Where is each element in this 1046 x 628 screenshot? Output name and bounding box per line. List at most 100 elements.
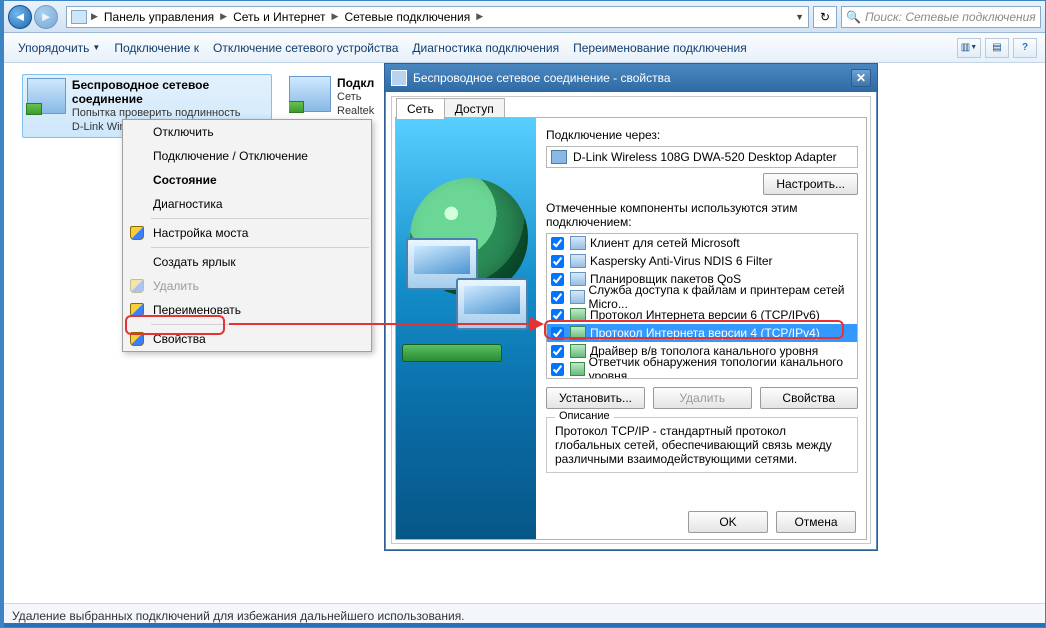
tab-access[interactable]: Доступ bbox=[444, 98, 505, 119]
component-checkbox[interactable] bbox=[551, 363, 564, 376]
connection-title: Подкл bbox=[337, 76, 374, 90]
description-text: Протокол TCP/IP - стандартный протокол г… bbox=[555, 424, 832, 466]
tab-network[interactable]: Сеть bbox=[396, 98, 445, 119]
component-checkbox[interactable] bbox=[551, 273, 564, 286]
change-view-button[interactable]: ▥ ▼ bbox=[957, 38, 981, 58]
description-legend: Описание bbox=[555, 410, 614, 422]
close-icon[interactable]: ✕ bbox=[851, 69, 871, 87]
taskbar-sliver bbox=[4, 623, 1045, 627]
context-menu: Отключить Подключение / Отключение Состо… bbox=[122, 119, 372, 352]
sidebar-graphic bbox=[396, 118, 536, 539]
component-checkbox[interactable] bbox=[551, 237, 564, 250]
back-button[interactable]: ◄ bbox=[8, 5, 32, 29]
search-icon: 🔍 bbox=[846, 10, 861, 24]
rename-connection-button[interactable]: Переименование подключения bbox=[567, 37, 753, 59]
forward-button[interactable]: ► bbox=[34, 5, 58, 29]
ctx-connect-disconnect[interactable]: Подключение / Отключение bbox=[123, 144, 371, 168]
component-item[interactable]: Протокол Интернета версии 6 (TCP/IPv6) bbox=[547, 306, 857, 324]
remove-button[interactable]: Удалить bbox=[653, 387, 752, 409]
ctx-properties[interactable]: Свойства bbox=[123, 327, 371, 351]
connection-lan[interactable]: Подкл Сеть Realtek bbox=[289, 76, 379, 118]
cancel-button[interactable]: Отмена bbox=[776, 511, 856, 533]
crumb-control-panel[interactable]: Панель управления bbox=[102, 9, 216, 25]
ctx-create-shortcut[interactable]: Создать ярлык bbox=[123, 250, 371, 274]
shield-icon bbox=[130, 303, 144, 317]
dialog-title: Беспроводное сетевое соединение - свойст… bbox=[413, 71, 845, 85]
component-item-ipv4[interactable]: Протокол Интернета версии 4 (TCP/IPv4) bbox=[547, 324, 857, 342]
refresh-button[interactable]: ↻ bbox=[813, 6, 837, 28]
component-icon bbox=[570, 236, 586, 250]
status-text: Удаление выбранных подключений для избеж… bbox=[12, 609, 465, 623]
diagnose-button[interactable]: Диагностика подключения bbox=[406, 37, 565, 59]
components-label: Отмеченные компоненты используются этим … bbox=[546, 201, 858, 229]
description-box: Описание Протокол TCP/IP - стандартный п… bbox=[546, 417, 858, 473]
component-icon bbox=[570, 272, 586, 286]
adapter-field: D-Link Wireless 108G DWA-520 Desktop Ada… bbox=[546, 146, 858, 168]
components-list[interactable]: Клиент для сетей Microsoft Kaspersky Ant… bbox=[546, 233, 858, 379]
connect-to-button[interactable]: Подключение к bbox=[108, 37, 205, 59]
usb-dongle-icon bbox=[402, 344, 502, 362]
separator bbox=[151, 247, 369, 248]
component-checkbox[interactable] bbox=[551, 291, 564, 304]
separator bbox=[151, 218, 369, 219]
ctx-status[interactable]: Состояние bbox=[123, 168, 371, 192]
shield-icon bbox=[130, 279, 144, 293]
chevron-down-icon[interactable]: ▼ bbox=[795, 12, 804, 22]
connection-status: Сеть bbox=[337, 90, 374, 104]
properties-button[interactable]: Свойства bbox=[760, 387, 859, 409]
component-icon bbox=[570, 326, 586, 340]
address-bar: ◄ ► ▶ Панель управления ▶ Сеть и Интерне… bbox=[4, 1, 1045, 33]
breadcrumb[interactable]: ▶ Панель управления ▶ Сеть и Интернет ▶ … bbox=[66, 6, 809, 28]
ctx-bridge[interactable]: Настройка моста bbox=[123, 221, 371, 245]
component-icon bbox=[570, 344, 586, 358]
component-item[interactable]: Служба доступа к файлам и принтерам сете… bbox=[547, 288, 857, 306]
connect-via-label: Подключение через: bbox=[546, 128, 858, 142]
help-button[interactable]: ? bbox=[1013, 38, 1037, 58]
location-icon bbox=[71, 10, 87, 24]
component-icon bbox=[570, 290, 585, 304]
dialog-titlebar[interactable]: Беспроводное сетевое соединение - свойст… bbox=[385, 64, 877, 92]
ctx-delete[interactable]: Удалить bbox=[123, 274, 371, 298]
shield-icon bbox=[130, 332, 144, 346]
network-adapter-icon bbox=[289, 76, 331, 112]
toolbar: Упорядочить▼ Подключение к Отключение се… bbox=[4, 33, 1045, 63]
organize-button[interactable]: Упорядочить▼ bbox=[12, 37, 106, 59]
component-item[interactable]: Ответчик обнаружения топологии канальног… bbox=[547, 360, 857, 378]
properties-dialog: Беспроводное сетевое соединение - свойст… bbox=[384, 63, 878, 551]
preview-pane-button[interactable]: ▤ bbox=[985, 38, 1009, 58]
chevron-right-icon: ▶ bbox=[220, 11, 227, 22]
component-icon bbox=[570, 254, 586, 268]
disable-device-button[interactable]: Отключение сетевого устройства bbox=[207, 37, 404, 59]
component-checkbox[interactable] bbox=[551, 345, 564, 358]
connection-status: Попытка проверить подлинность bbox=[72, 106, 267, 120]
ctx-diagnose[interactable]: Диагностика bbox=[123, 192, 371, 216]
annotation-arrow bbox=[229, 323, 542, 325]
ok-button[interactable]: OK bbox=[688, 511, 768, 533]
install-button[interactable]: Установить... bbox=[546, 387, 645, 409]
search-placeholder: Поиск: Сетевые подключения bbox=[865, 10, 1036, 24]
component-checkbox[interactable] bbox=[551, 327, 564, 340]
component-icon bbox=[570, 308, 586, 322]
connection-device: Realtek bbox=[337, 104, 374, 118]
adapter-icon bbox=[551, 150, 567, 164]
search-input[interactable]: 🔍 Поиск: Сетевые подключения bbox=[841, 6, 1041, 28]
chevron-right-icon: ▶ bbox=[476, 11, 483, 22]
component-item[interactable]: Клиент для сетей Microsoft bbox=[547, 234, 857, 252]
component-checkbox[interactable] bbox=[551, 255, 564, 268]
chevron-right-icon: ▶ bbox=[332, 11, 339, 22]
configure-button[interactable]: Настроить... bbox=[763, 173, 858, 195]
crumb-connections[interactable]: Сетевые подключения bbox=[342, 9, 472, 25]
dialog-icon bbox=[391, 70, 407, 86]
ctx-rename[interactable]: Переименовать bbox=[123, 298, 371, 322]
explorer-window: ◄ ► ▶ Панель управления ▶ Сеть и Интерне… bbox=[0, 0, 1046, 628]
component-item[interactable]: Kaspersky Anti-Virus NDIS 6 Filter bbox=[547, 252, 857, 270]
shield-icon bbox=[130, 226, 144, 240]
crumb-network-internet[interactable]: Сеть и Интернет bbox=[231, 9, 327, 25]
network-adapter-icon bbox=[27, 78, 66, 114]
connection-title: Беспроводное сетевое соединение bbox=[72, 78, 267, 106]
adapter-name: D-Link Wireless 108G DWA-520 Desktop Ada… bbox=[573, 150, 837, 164]
tab-page-network: Подключение через: D-Link Wireless 108G … bbox=[395, 117, 867, 540]
ctx-disable[interactable]: Отключить bbox=[123, 120, 371, 144]
chevron-right-icon: ▶ bbox=[91, 11, 98, 22]
component-checkbox[interactable] bbox=[551, 309, 564, 322]
